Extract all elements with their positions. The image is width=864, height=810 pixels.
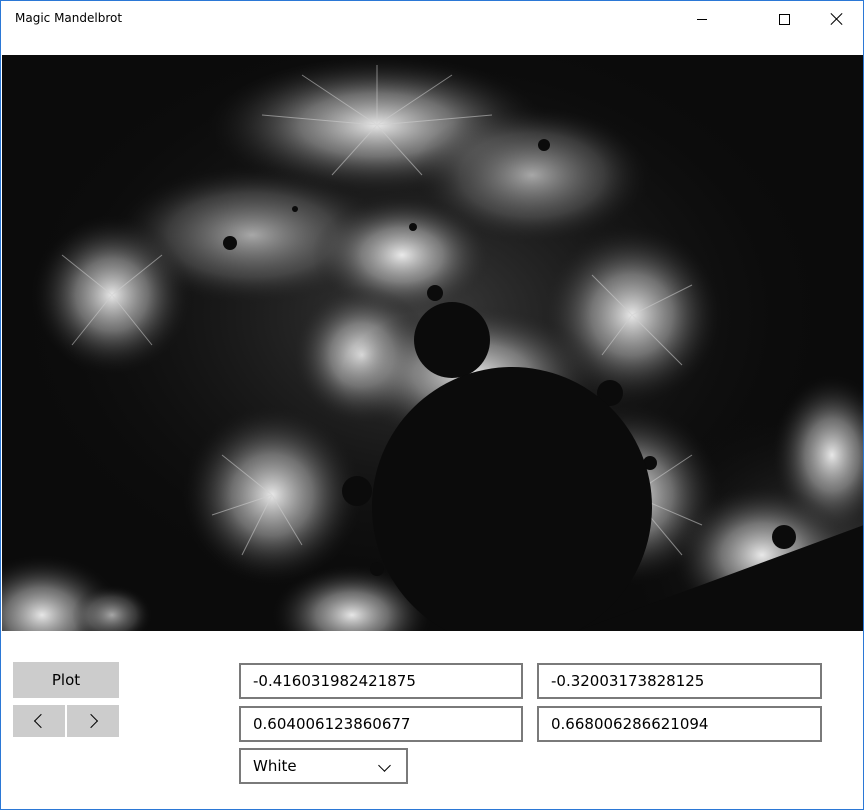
title-bar: Magic Mandelbrot [1,1,863,37]
close-button[interactable] [814,1,860,37]
maximize-button[interactable] [761,1,807,37]
minimize-icon [697,18,707,20]
minimize-button[interactable] [679,1,725,37]
chevron-right-icon [83,713,99,729]
next-button[interactable] [67,705,119,737]
color-dropdown[interactable]: White [239,748,408,784]
chevron-left-icon [33,713,49,729]
maximize-icon [778,13,790,25]
coordinate-field-1[interactable] [239,663,523,699]
coordinate-field-2[interactable] [537,663,822,699]
coordinate-field-3[interactable] [239,706,523,742]
previous-button[interactable] [13,705,65,737]
fractal-image [2,55,863,631]
chevron-down-icon [378,759,391,772]
plot-button[interactable]: Plot [13,662,119,698]
coordinate-field-4[interactable] [537,706,822,742]
app-window: Magic Mandelbrot Plot -0.416031982421875… [0,0,864,810]
color-dropdown-value: White [253,757,297,775]
mandelbrot-canvas[interactable] [2,55,863,631]
close-icon [831,13,843,25]
window-title: Magic Mandelbrot [15,11,123,25]
